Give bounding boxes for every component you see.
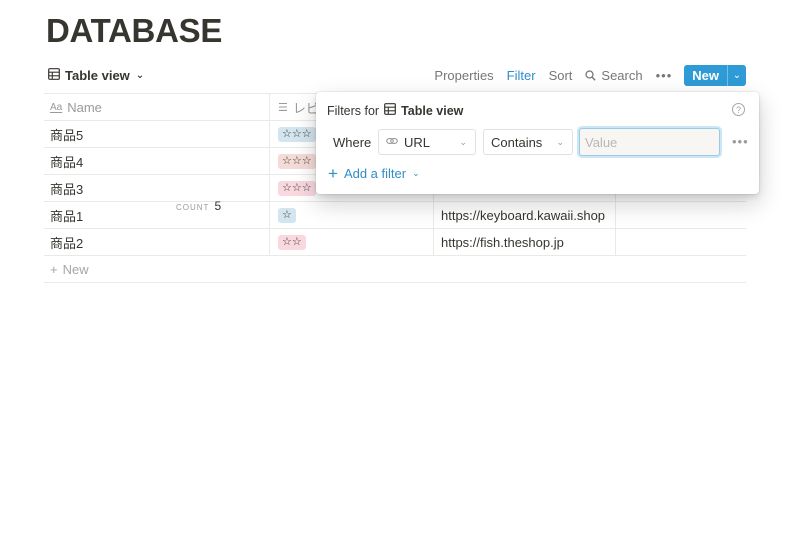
view-toolbar: Table view ⌄ Properties Filter Sort Sear… [44, 64, 746, 86]
chevron-down-icon: ⌄ [459, 136, 467, 147]
filter-view-name: Table view [401, 103, 464, 118]
cell-name[interactable]: 商品1 [44, 202, 270, 228]
cell-name[interactable]: 商品3 [44, 175, 270, 201]
row-url[interactable]: https://fish.theshop.jp [441, 235, 564, 250]
cell-empty [616, 202, 746, 228]
column-header-label: Name [67, 99, 102, 115]
cell-empty [616, 229, 746, 255]
filter-property-value: URL [404, 134, 431, 150]
rating-tag: ☆☆☆ [278, 126, 316, 142]
cell-name[interactable]: 商品5 [44, 121, 270, 147]
add-filter-label: Add a filter [343, 166, 407, 181]
view-label: Table view [65, 67, 130, 83]
filter-popup: Filters for Table view ? Where URL ⌄ Con… [316, 92, 759, 194]
search-button[interactable]: Search [585, 67, 643, 83]
text-property-icon: Aa [50, 101, 63, 113]
add-row-button[interactable]: + New [44, 256, 746, 283]
chevron-down-icon: ⌄ [556, 136, 564, 147]
add-row-label: New [62, 261, 89, 277]
search-label: Search [601, 67, 643, 83]
add-filter-button[interactable]: + Add a filter ⌄ [328, 164, 420, 183]
cell-rating[interactable]: ☆☆ [270, 229, 434, 255]
table-icon [384, 103, 396, 118]
column-header-name[interactable]: Aa Name [44, 94, 270, 120]
rating-tag: ☆☆ [278, 234, 306, 250]
chevron-down-icon: ⌄ [412, 168, 420, 178]
table-row[interactable]: 商品1 ☆ https://keyboard.kawaii.shop [44, 202, 746, 229]
row-name: 商品3 [50, 181, 84, 197]
new-dropdown-chevron-icon[interactable]: ⌄ [728, 65, 746, 86]
more-options-button[interactable]: ••• [656, 68, 673, 83]
rating-tag: ☆ [278, 207, 296, 223]
rating-tag: ☆☆☆ [278, 153, 316, 169]
chevron-down-icon: ⌄ [135, 69, 145, 81]
row-name: 商品2 [50, 235, 84, 251]
filter-property-select[interactable]: URL ⌄ [378, 129, 476, 155]
help-icon[interactable]: ? [732, 103, 745, 116]
column-header-label: レビ [292, 100, 319, 116]
list-property-icon: ☰ [278, 101, 288, 114]
link-icon [386, 136, 398, 149]
table-row[interactable]: 商品2 ☆☆ https://fish.theshop.jp [44, 229, 746, 256]
new-button[interactable]: New [684, 64, 728, 86]
filter-button[interactable]: Filter [507, 68, 536, 83]
sort-button[interactable]: Sort [549, 68, 573, 83]
plus-icon: + [50, 261, 58, 277]
search-icon [585, 69, 597, 81]
row-name: 商品5 [50, 127, 84, 143]
table-icon [48, 67, 60, 83]
filter-more-options-button[interactable]: ••• [732, 134, 749, 149]
row-name: 商品1 [50, 208, 84, 224]
view-selector[interactable]: Table view ⌄ [48, 64, 144, 86]
filter-title-prefix: Filters for [327, 103, 380, 118]
plus-icon: + [328, 164, 338, 183]
count-label: COUNT [176, 203, 210, 212]
filter-value-input[interactable] [579, 128, 720, 156]
row-name: 商品4 [50, 154, 84, 170]
where-label: Where [333, 135, 372, 150]
filter-operator-value: Contains [491, 134, 543, 150]
filter-popup-title: Filters for Table view [327, 103, 463, 118]
cell-name[interactable]: 商品4 [44, 148, 270, 174]
cell-name[interactable]: 商品2 [44, 229, 270, 255]
rating-tag: ☆☆☆ [278, 180, 316, 196]
row-url[interactable]: https://keyboard.kawaii.shop [441, 208, 605, 223]
new-button-group: New ⌄ [684, 64, 746, 86]
page-title: DATABASE [46, 12, 223, 49]
cell-rating[interactable]: ☆ [270, 202, 434, 228]
cell-url[interactable]: https://keyboard.kawaii.shop [434, 202, 616, 228]
count-footer[interactable]: COUNT 5 [176, 199, 221, 213]
filter-operator-select[interactable]: Contains ⌄ [483, 129, 573, 155]
count-value: 5 [214, 199, 222, 213]
cell-url[interactable]: https://fish.theshop.jp [434, 229, 616, 255]
properties-button[interactable]: Properties [434, 68, 493, 83]
